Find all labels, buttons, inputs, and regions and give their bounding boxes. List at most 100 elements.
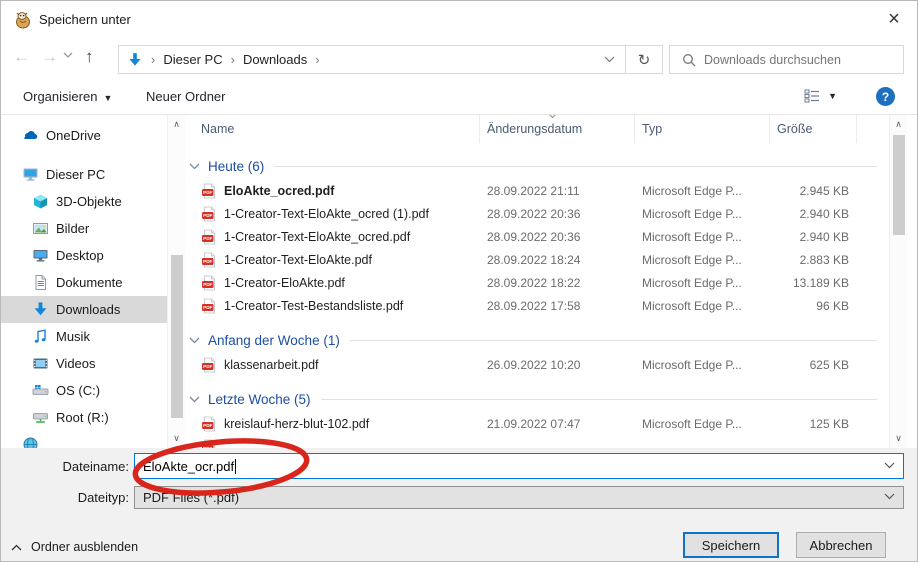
filename-value: EloAkte_ocr.pdf — [143, 459, 234, 474]
bottom-panel: Dateiname: EloAkte_ocr.pdf Dateityp: PDF… — [1, 448, 917, 562]
filelist-scrollbar[interactable]: ∧ ∨ — [889, 115, 907, 448]
column-header-typ[interactable]: Typ — [634, 115, 769, 143]
cancel-button[interactable]: Abbrechen — [796, 532, 886, 558]
breadcrumb-item[interactable]: Downloads — [243, 52, 307, 67]
sidebar-item-dieser-pc[interactable]: Dieser PC — [1, 161, 167, 188]
file-name-cell: PDFklassenarbeit.pdf — [187, 357, 479, 373]
scrollbar-thumb[interactable] — [893, 135, 905, 235]
cube-3d-icon — [32, 193, 49, 210]
address-bar[interactable]: › Dieser PC›Downloads› — [118, 45, 626, 74]
sidebar-item-3d-objekte[interactable]: 3D-Objekte — [1, 188, 167, 215]
sidebar-scrollbar[interactable]: ∧ ∨ — [167, 115, 185, 448]
organize-menu[interactable]: Organisieren▼ — [23, 89, 112, 104]
file-row[interactable]: PDFklassenarbeit.pdf26.09.2022 10:20Micr… — [187, 353, 889, 376]
sidebar-item-label: Dieser PC — [46, 167, 105, 182]
filename-dropdown-icon[interactable] — [884, 462, 895, 469]
view-dropdown-icon[interactable]: ▼ — [828, 91, 837, 101]
file-date-cell: 28.09.2022 18:24 — [479, 253, 634, 267]
file-date-cell: 28.09.2022 20:36 — [479, 207, 634, 221]
svg-text:PDF: PDF — [203, 364, 212, 369]
svg-text:PDF: PDF — [203, 423, 212, 428]
history-chevron-icon[interactable] — [63, 52, 73, 59]
pdf-file-icon: PDF — [201, 298, 217, 314]
pictures-icon — [32, 220, 49, 237]
new-folder-button[interactable]: Neuer Ordner — [146, 89, 225, 104]
details-view-icon[interactable] — [804, 89, 820, 103]
scroll-down-icon[interactable]: ∨ — [168, 433, 185, 444]
text-caret — [235, 459, 236, 474]
sidebar-item-label: OS (C:) — [56, 383, 100, 398]
search-box[interactable]: Downloads durchsuchen — [669, 45, 904, 74]
sidebar-item-bilder[interactable]: Bilder — [1, 215, 167, 242]
file-name: 1-Creator-EloAkte.pdf — [224, 276, 345, 290]
sidebar-item-musik[interactable]: Musik — [1, 323, 167, 350]
pdf-file-icon: PDF — [201, 275, 217, 291]
file-row[interactable]: PDFkreislauf-herz-blut-102.pdf21.09.2022… — [187, 412, 889, 435]
file-name-cell: PDF1-Creator-Text-EloAkte.pdf — [187, 252, 479, 268]
address-chevron-icon[interactable] — [604, 56, 615, 63]
group-header[interactable]: Anfang der Woche (1) — [187, 327, 889, 353]
save-button[interactable]: Speichern — [683, 532, 779, 558]
sidebar-item-os-c-[interactable]: OS (C:) — [1, 377, 167, 404]
sidebar-item-label: Videos — [56, 356, 96, 371]
file-row[interactable]: PDF1-Creator-Text-EloAkte_ocred.pdf28.09… — [187, 225, 889, 248]
file-row-partial[interactable]: PDF — [187, 435, 889, 448]
hide-folders-button[interactable]: Ordner ausblenden — [11, 540, 138, 554]
scrollbar-thumb[interactable] — [171, 255, 183, 418]
breadcrumb: Dieser PC›Downloads› — [163, 51, 327, 69]
breadcrumb-item[interactable]: Dieser PC — [163, 52, 222, 67]
group-label: Letzte Woche (5) — [208, 392, 311, 407]
file-date-cell: 28.09.2022 17:58 — [479, 299, 634, 313]
sidebar-item-downloads[interactable]: Downloads — [1, 296, 167, 323]
file-name-cell: PDF1-Creator-Text-EloAkte_ocred (1).pdf — [187, 206, 479, 222]
sidebar-item-dokumente[interactable]: Dokumente — [1, 269, 167, 296]
scroll-up-icon[interactable]: ∧ — [890, 119, 907, 130]
sidebar-item-onedrive[interactable]: OneDrive — [1, 122, 167, 149]
sidebar-item-root-r-[interactable]: Root (R:) — [1, 404, 167, 431]
file-typ-cell: Microsoft Edge P... — [634, 184, 769, 198]
computer-icon — [22, 166, 39, 183]
file-row[interactable]: PDF1-Creator-Test-Bestandsliste.pdf28.09… — [187, 294, 889, 317]
filetype-select[interactable]: PDF Files (*.pdf) — [134, 486, 904, 509]
group-header[interactable]: Heute (6) — [187, 153, 889, 179]
group-collapse-icon[interactable] — [189, 396, 200, 403]
scroll-down-icon[interactable]: ∨ — [890, 433, 907, 444]
back-icon[interactable]: ← — [13, 47, 30, 67]
sidebar-item-videos[interactable]: Videos — [1, 350, 167, 377]
refresh-button[interactable]: ↻ — [625, 45, 663, 74]
file-typ-cell: Microsoft Edge P... — [634, 207, 769, 221]
svg-text:PDF: PDF — [203, 259, 212, 264]
file-row[interactable]: PDF1-Creator-Text-EloAkte_ocred (1).pdf2… — [187, 202, 889, 225]
column-header-date[interactable]: Änderungsdatum — [479, 115, 634, 143]
filename-input[interactable]: EloAkte_ocr.pdf — [134, 453, 904, 479]
file-typ-cell: Microsoft Edge P... — [634, 276, 769, 290]
file-size-cell: 625 KB — [769, 358, 857, 372]
sidebar-item-partial[interactable] — [1, 431, 167, 448]
sidebar-item-label: Dokumente — [56, 275, 122, 290]
column-header-name[interactable]: Name — [187, 115, 479, 143]
file-typ-cell: Microsoft Edge P... — [634, 358, 769, 372]
file-row[interactable]: PDF1-Creator-Text-EloAkte.pdf28.09.2022 … — [187, 248, 889, 271]
help-icon[interactable]: ? — [876, 87, 895, 106]
forward-icon[interactable]: → — [41, 47, 58, 67]
filename-label: Dateiname: — [1, 459, 129, 474]
group-collapse-icon[interactable] — [189, 337, 200, 344]
sidebar-item-desktop[interactable]: Desktop — [1, 242, 167, 269]
documents-icon — [32, 274, 49, 291]
group-collapse-icon[interactable] — [189, 163, 200, 170]
search-placeholder: Downloads durchsuchen — [704, 53, 841, 67]
sidebar-item-label: 3D-Objekte — [56, 194, 122, 209]
file-size-cell: 125 KB — [769, 417, 857, 431]
file-row[interactable]: PDF1-Creator-EloAkte.pdf28.09.2022 18:22… — [187, 271, 889, 294]
scroll-up-icon[interactable]: ∧ — [168, 119, 185, 130]
pdf-file-icon: PDF — [201, 229, 217, 245]
file-name: EloAkte_ocred.pdf — [224, 184, 334, 198]
group-header[interactable]: Letzte Woche (5) — [187, 386, 889, 412]
up-icon[interactable]: ↑ — [85, 47, 94, 67]
file-row[interactable]: PDFEloAkte_ocred.pdf28.09.2022 21:11Micr… — [187, 179, 889, 202]
file-typ-cell: Microsoft Edge P... — [634, 417, 769, 431]
column-header-size[interactable]: Größe — [769, 115, 857, 143]
sidebar-item-label: Downloads — [56, 302, 120, 317]
file-size-cell: 2.940 KB — [769, 207, 857, 221]
close-icon[interactable]: × — [879, 5, 909, 33]
